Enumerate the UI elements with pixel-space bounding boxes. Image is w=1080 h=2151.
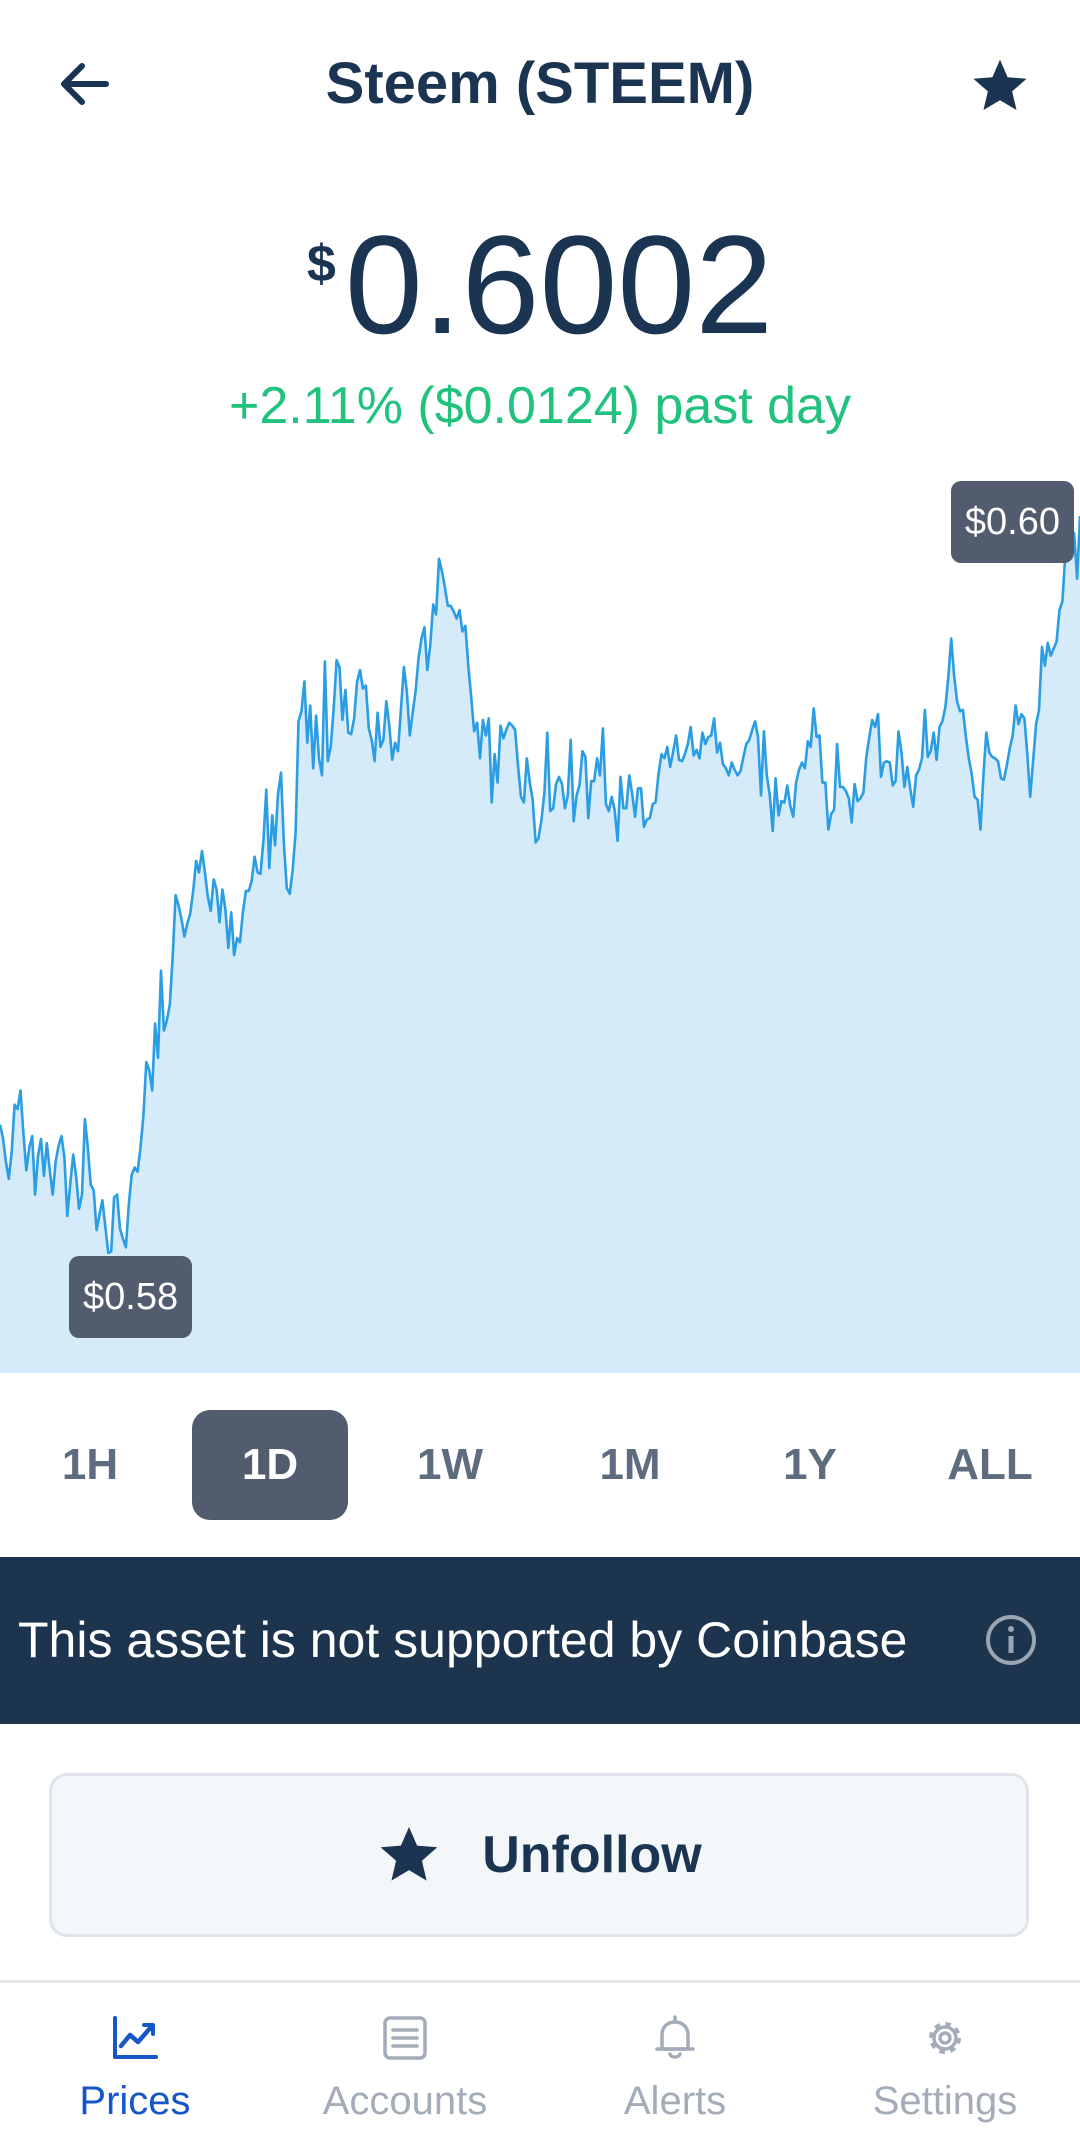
star-icon — [380, 1826, 438, 1881]
bottom-navigation: Prices Accounts Alerts Settings — [0, 1980, 1080, 2151]
page-title: Steem (STEEM) — [325, 51, 755, 116]
nav-settings[interactable]: Settings — [810, 1983, 1080, 2151]
range-1h[interactable]: 1H — [12, 1410, 168, 1520]
unfollow-button[interactable]: Unfollow — [49, 1773, 1029, 1937]
chart-high-label: $0.60 — [950, 481, 1074, 563]
gear-icon — [929, 2022, 961, 2054]
price-chart[interactable]: $0.60 $0.58 — [0, 470, 1080, 1373]
nav-accounts[interactable]: Accounts — [270, 1983, 540, 2151]
range-1y[interactable]: 1Y — [732, 1410, 888, 1520]
nav-prices[interactable]: Prices — [0, 1983, 270, 2151]
price-section: $0.6002 — [0, 210, 1080, 360]
bell-icon — [655, 2015, 695, 2059]
range-1w[interactable]: 1W — [372, 1410, 528, 1520]
unfollow-label: Unfollow — [482, 1826, 702, 1884]
range-all[interactable]: ALL — [912, 1410, 1068, 1520]
nav-accounts-label: Accounts — [322, 2079, 488, 2123]
nav-alerts[interactable]: Alerts — [540, 1983, 810, 2151]
banner-text: This asset is not supported by Coinbase — [18, 1612, 908, 1668]
favorite-button[interactable] — [960, 46, 1040, 126]
header: Steem (STEEM) — [0, 0, 1080, 170]
range-1d[interactable]: 1D — [192, 1410, 348, 1520]
accounts-list-icon — [383, 2016, 427, 2060]
current-price: $0.6002 — [307, 210, 773, 360]
currency-symbol: $ — [306, 235, 336, 293]
price-chart-svg — [0, 515, 1080, 1373]
nav-alerts-label: Alerts — [623, 2079, 727, 2123]
star-icon — [973, 59, 1027, 111]
prices-chart-icon — [113, 2016, 158, 2059]
time-range-selector: 1H 1D 1W 1M 1Y ALL — [0, 1410, 1080, 1520]
price-change: +2.11% ($0.0124) past day — [228, 377, 852, 435]
price-value: 0.6002 — [344, 206, 774, 363]
nav-settings-label: Settings — [872, 2079, 1018, 2123]
nav-prices-label: Prices — [79, 2079, 191, 2123]
range-1m[interactable]: 1M — [552, 1410, 708, 1520]
chart-low-label: $0.58 — [69, 1256, 193, 1338]
unsupported-asset-banner: This asset is not supported by Coinbase — [0, 1557, 1080, 1724]
chart-area-fill — [0, 516, 1080, 1373]
info-icon[interactable] — [984, 1613, 1038, 1667]
